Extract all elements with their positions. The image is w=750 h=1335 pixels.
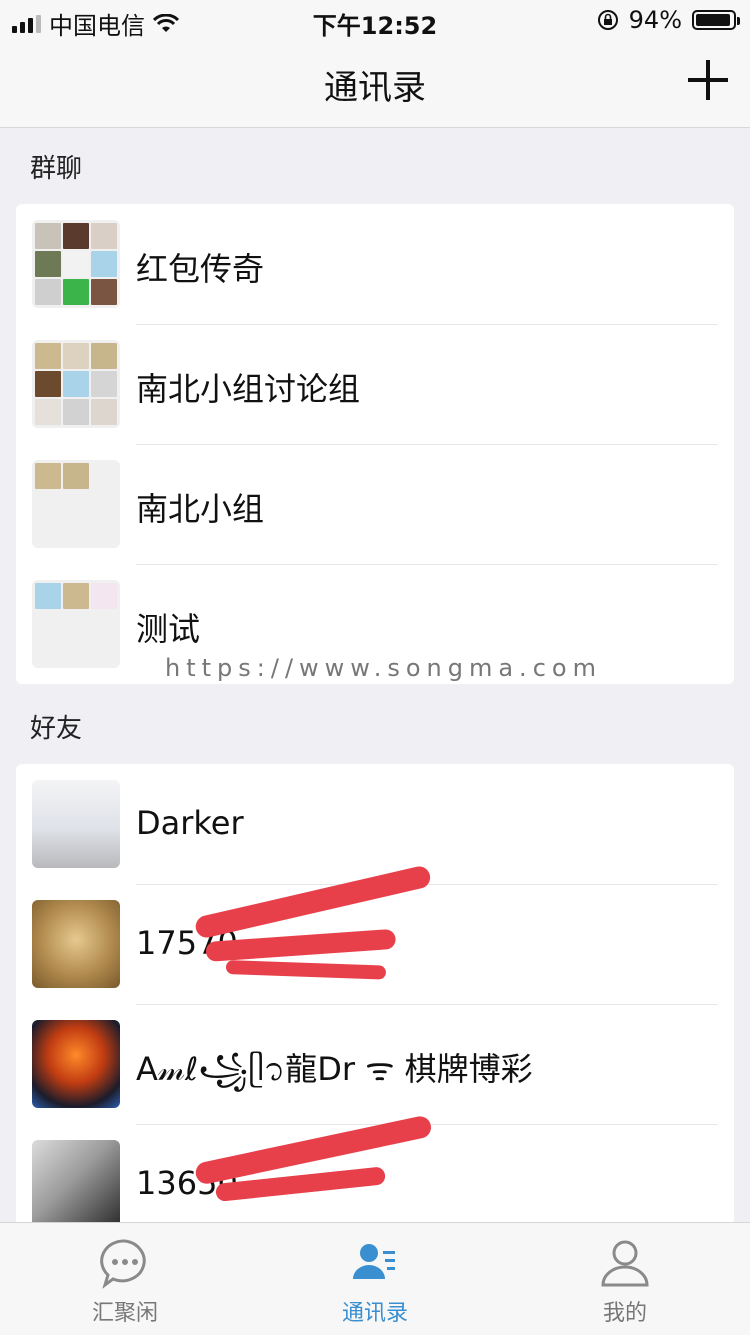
battery-level [696,14,730,26]
list-item[interactable]: A𝓂ℓ꧁ᥫ᭡龍Dr ᯤ 棋牌博彩 [16,1004,734,1124]
list-item[interactable]: 13650 [16,1114,734,1234]
battery-percent: 94% [628,6,682,34]
avatar [32,1140,120,1228]
list-item[interactable]: Darker [16,764,734,884]
tab-chats[interactable]: 汇聚闲 [0,1223,250,1335]
tab-contacts[interactable]: 通讯录 [250,1223,500,1335]
list-item[interactable]: 南北小组讨论组 [16,324,734,444]
tab-label: 我的 [602,1301,647,1326]
group-avatar [32,220,120,308]
list-item[interactable]: 17570 [16,864,734,1004]
redaction-mark [225,960,387,980]
group-avatar [32,580,120,668]
group-name: 南北小组讨论组 [136,370,361,408]
list-item[interactable]: 南北小组 [16,444,734,564]
group-name: 红包传奇 [136,250,265,288]
contacts-icon [353,1244,395,1279]
nav-bar: 通讯录 [0,40,750,128]
profile-icon [601,1240,649,1287]
add-icon[interactable] [688,60,728,100]
watermark: https://www.songma.com [165,654,602,682]
rotation-lock-icon [597,10,618,30]
battery-icon [692,10,740,30]
avatar [32,780,120,868]
tab-me[interactable]: 我的 [500,1223,750,1335]
status-bar: 中国电信 下午12:52 94% [0,0,750,40]
section-header-groups: 群聊 [30,154,83,184]
friend-name: Darker [136,804,244,842]
status-right: 94% [597,6,740,34]
list-item[interactable]: 红包传奇 [16,204,734,324]
page-title: 通讯录 [324,68,426,108]
tab-bar: 汇聚闲 通讯录 我的 [0,1222,750,1335]
friend-list: Darker 17570 A𝓂ℓ꧁ᥫ᭡龍Dr ᯤ 棋牌博彩 13650 [16,764,734,1234]
group-list: 红包传奇 南北小组讨论组 南北小组 测试 [16,204,734,684]
avatar [32,900,120,988]
group-avatar [32,460,120,548]
group-name: 测试 [136,610,201,648]
tab-label: 汇聚闲 [91,1301,158,1326]
group-name: 南北小组 [136,490,265,528]
avatar [32,1020,120,1108]
section-header-friends: 好友 [30,714,83,744]
tab-label: 通讯录 [341,1301,408,1326]
friend-name: A𝓂ℓ꧁ᥫ᭡龍Dr ᯤ 棋牌博彩 [136,1050,533,1088]
group-avatar [32,340,120,428]
chat-bubble-icon [100,1239,146,1289]
